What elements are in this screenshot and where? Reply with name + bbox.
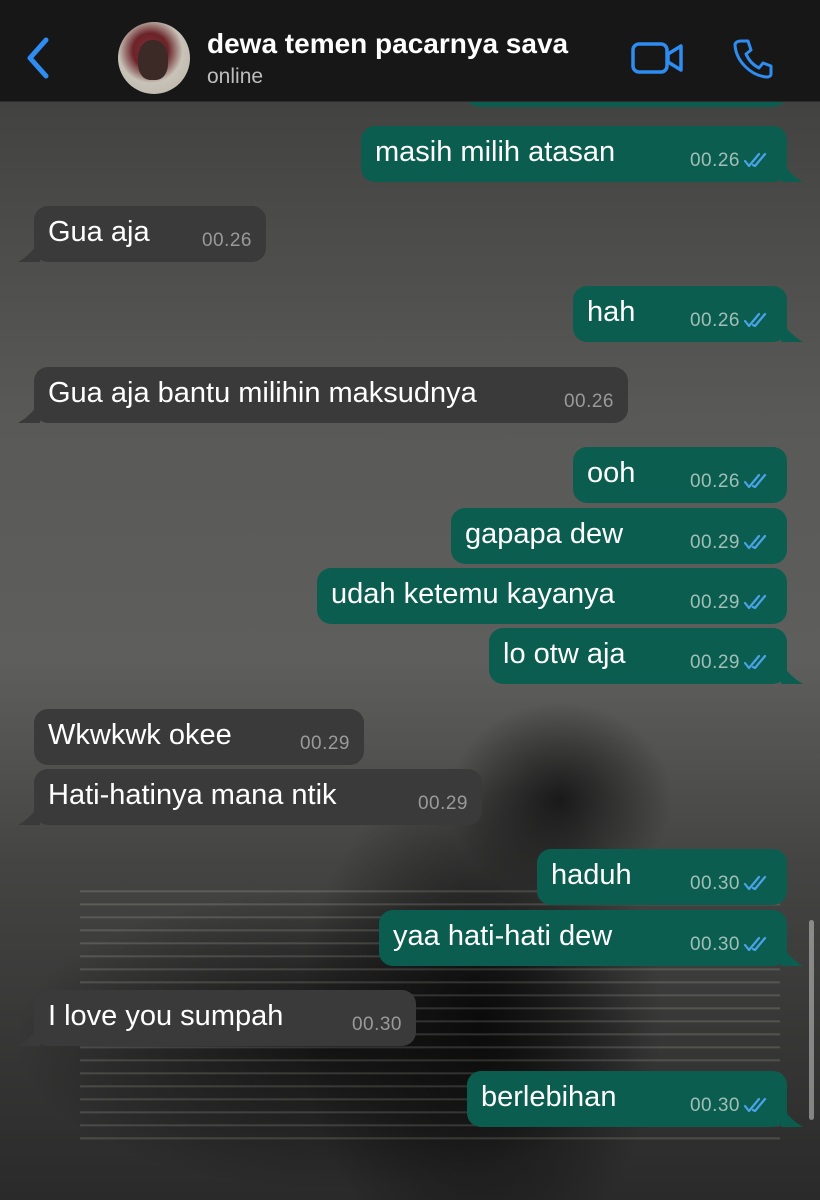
avatar[interactable] <box>118 22 190 94</box>
message-timestamp: 00.30 <box>689 873 740 894</box>
message-timestamp: 00.30 <box>351 1014 402 1035</box>
contact-status: online <box>207 65 264 88</box>
read-receipt-icon <box>743 312 767 328</box>
outgoing-message[interactable]: yaa hati-hati dew 00.30 <box>379 910 787 966</box>
message-timestamp: 00.30 <box>689 1095 740 1116</box>
read-receipt-icon <box>743 594 767 610</box>
bubble-tail <box>18 1024 40 1046</box>
message-text: Wkwkwk okee <box>48 719 232 751</box>
outgoing-message[interactable]: udah ketemu kayanya 00.29 <box>317 568 787 624</box>
outgoing-message[interactable]: lo otw aja 00.29 <box>489 628 787 684</box>
message-timestamp: 00.29 <box>689 532 740 553</box>
message-text: Gua aja <box>48 216 150 248</box>
message-timestamp: 00.26 <box>689 310 740 331</box>
outgoing-message[interactable]: gapapa dew 00.29 <box>451 508 787 564</box>
back-button[interactable] <box>22 34 58 82</box>
message-text: udah ketemu kayanya <box>331 578 615 610</box>
read-receipt-icon <box>743 875 767 891</box>
outgoing-message[interactable]: masih milih atasan 00.26 <box>361 126 787 182</box>
message-text: haduh <box>551 859 632 891</box>
read-receipt-icon <box>743 534 767 550</box>
message-text: ooh <box>587 457 636 489</box>
message-timestamp: 00.26 <box>689 471 740 492</box>
message-text: Gua aja bantu milihin maksudnya <box>48 377 477 409</box>
message-timestamp: 00.29 <box>299 733 350 754</box>
contact-name[interactable]: dewa temen pacarnya sava <box>207 28 568 60</box>
outgoing-message[interactable]: berlebihan 00.30 <box>467 1071 787 1127</box>
message-timestamp: 00.30 <box>689 934 740 955</box>
bubble-tail <box>781 662 803 684</box>
message-text: Hati-hatinya mana ntik <box>48 779 337 811</box>
message-text: berlebihan <box>481 1081 617 1113</box>
message-text: hah <box>587 296 636 328</box>
message-text: yaa hati-hati dew <box>393 920 613 952</box>
video-camera-icon <box>631 42 683 74</box>
outgoing-message[interactable]: ooh 00.26 <box>573 447 787 503</box>
avatar-photo <box>138 40 168 80</box>
message-timestamp: 00.29 <box>417 793 468 814</box>
message-text: lo otw aja <box>503 638 626 670</box>
outgoing-message[interactable]: haduh 00.30 <box>537 849 787 905</box>
incoming-message[interactable]: Hati-hatinya mana ntik 00.29 <box>34 769 482 825</box>
message-timestamp: 00.29 <box>689 592 740 613</box>
message-timestamp: 00.26 <box>563 391 614 412</box>
scrollbar[interactable] <box>809 920 814 1120</box>
message-timestamp: 00.29 <box>689 652 740 673</box>
bubble-tail <box>781 1105 803 1127</box>
bubble-tail <box>781 160 803 182</box>
message-text: gapapa dew <box>465 518 624 550</box>
bubble-tail <box>18 803 40 825</box>
bubble-tail <box>18 401 40 423</box>
read-receipt-icon <box>743 152 767 168</box>
message-timestamp: 00.26 <box>201 230 252 251</box>
incoming-message[interactable]: I love you sumpah 00.30 <box>34 990 416 1046</box>
outgoing-message[interactable]: hah 00.26 <box>573 286 787 342</box>
message-text: masih milih atasan <box>375 136 616 168</box>
bubble-tail <box>781 944 803 966</box>
read-receipt-icon <box>743 473 767 489</box>
voice-call-button[interactable] <box>731 36 775 80</box>
chat-header: dewa temen pacarnya sava online <box>0 0 820 102</box>
message-list[interactable]: bentar dew00.25masih milih atasan00.26Gu… <box>0 51 820 1200</box>
message-text: I love you sumpah <box>48 1000 284 1032</box>
bubble-tail <box>18 240 40 262</box>
read-receipt-icon <box>743 654 767 670</box>
phone-icon <box>733 39 773 79</box>
message-timestamp: 00.26 <box>689 150 740 171</box>
video-call-button[interactable] <box>630 40 686 76</box>
read-receipt-icon <box>743 1097 767 1113</box>
read-receipt-icon <box>743 936 767 952</box>
chevron-left-icon <box>27 37 49 79</box>
bubble-tail <box>781 320 803 342</box>
incoming-message[interactable]: Wkwkwk okee 00.29 <box>34 709 364 765</box>
incoming-message[interactable]: Gua aja 00.26 <box>34 206 266 262</box>
incoming-message[interactable]: Gua aja bantu milihin maksudnya 00.26 <box>34 367 628 423</box>
